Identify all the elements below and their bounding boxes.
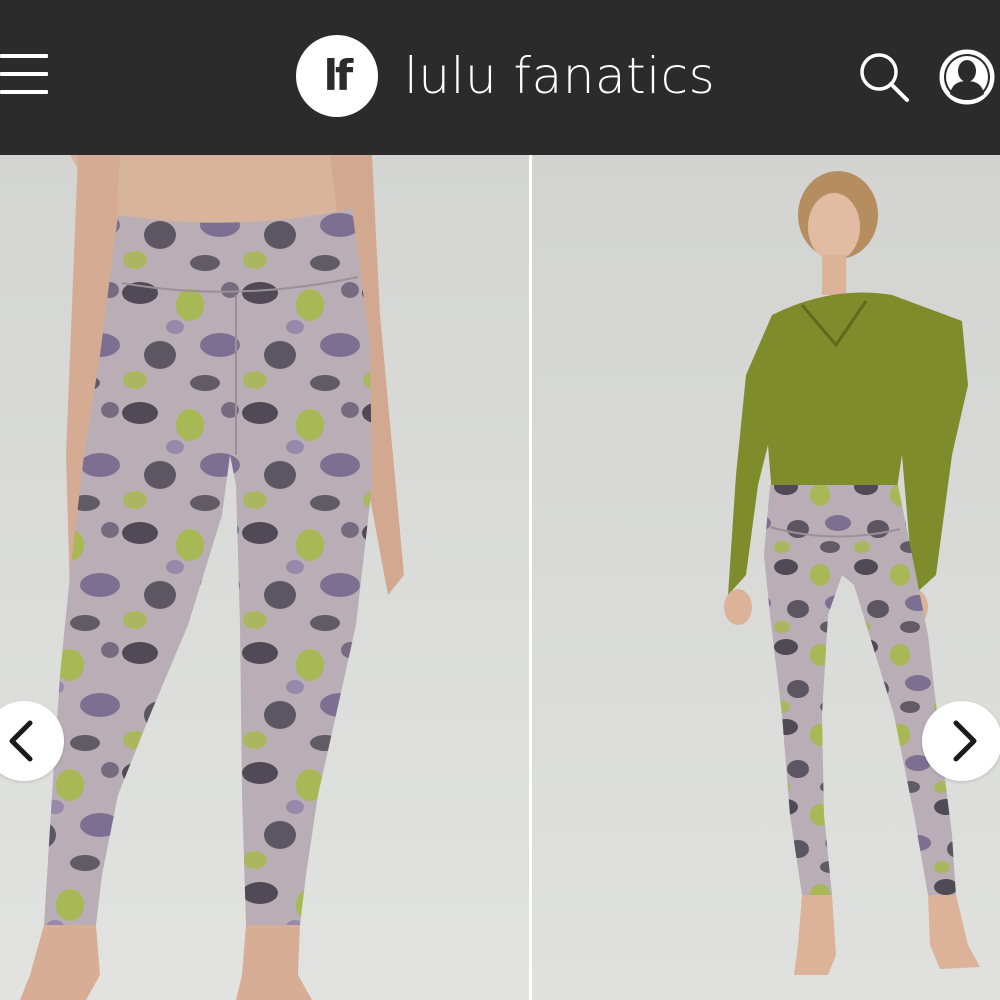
chevron-right-icon xyxy=(953,720,977,762)
previous-image-button[interactable] xyxy=(0,701,64,781)
account-button[interactable] xyxy=(938,48,996,106)
chevron-left-icon xyxy=(9,720,33,762)
leggings-back-view-image xyxy=(0,155,529,1000)
product-image-gallery xyxy=(0,155,1000,1000)
brand-name: lulu fanatics xyxy=(404,47,716,105)
brand-home-link[interactable]: lf lulu fanatics xyxy=(296,35,716,117)
product-image-front-view[interactable] xyxy=(532,155,1000,1000)
menu-icon-bar xyxy=(0,72,48,76)
product-image-back-view[interactable] xyxy=(0,155,529,1000)
logo-icon: lf xyxy=(296,35,378,117)
search-button[interactable] xyxy=(858,51,910,103)
next-image-button[interactable] xyxy=(922,701,1000,781)
menu-icon-bar xyxy=(0,90,48,94)
menu-button[interactable] xyxy=(0,54,50,96)
user-account-icon xyxy=(939,49,995,105)
menu-icon xyxy=(0,54,48,58)
app-header: lf lulu fanatics xyxy=(0,0,1000,155)
logo-text: lf xyxy=(323,51,354,100)
leggings-front-view-image xyxy=(532,155,1000,1000)
search-icon xyxy=(860,53,909,102)
